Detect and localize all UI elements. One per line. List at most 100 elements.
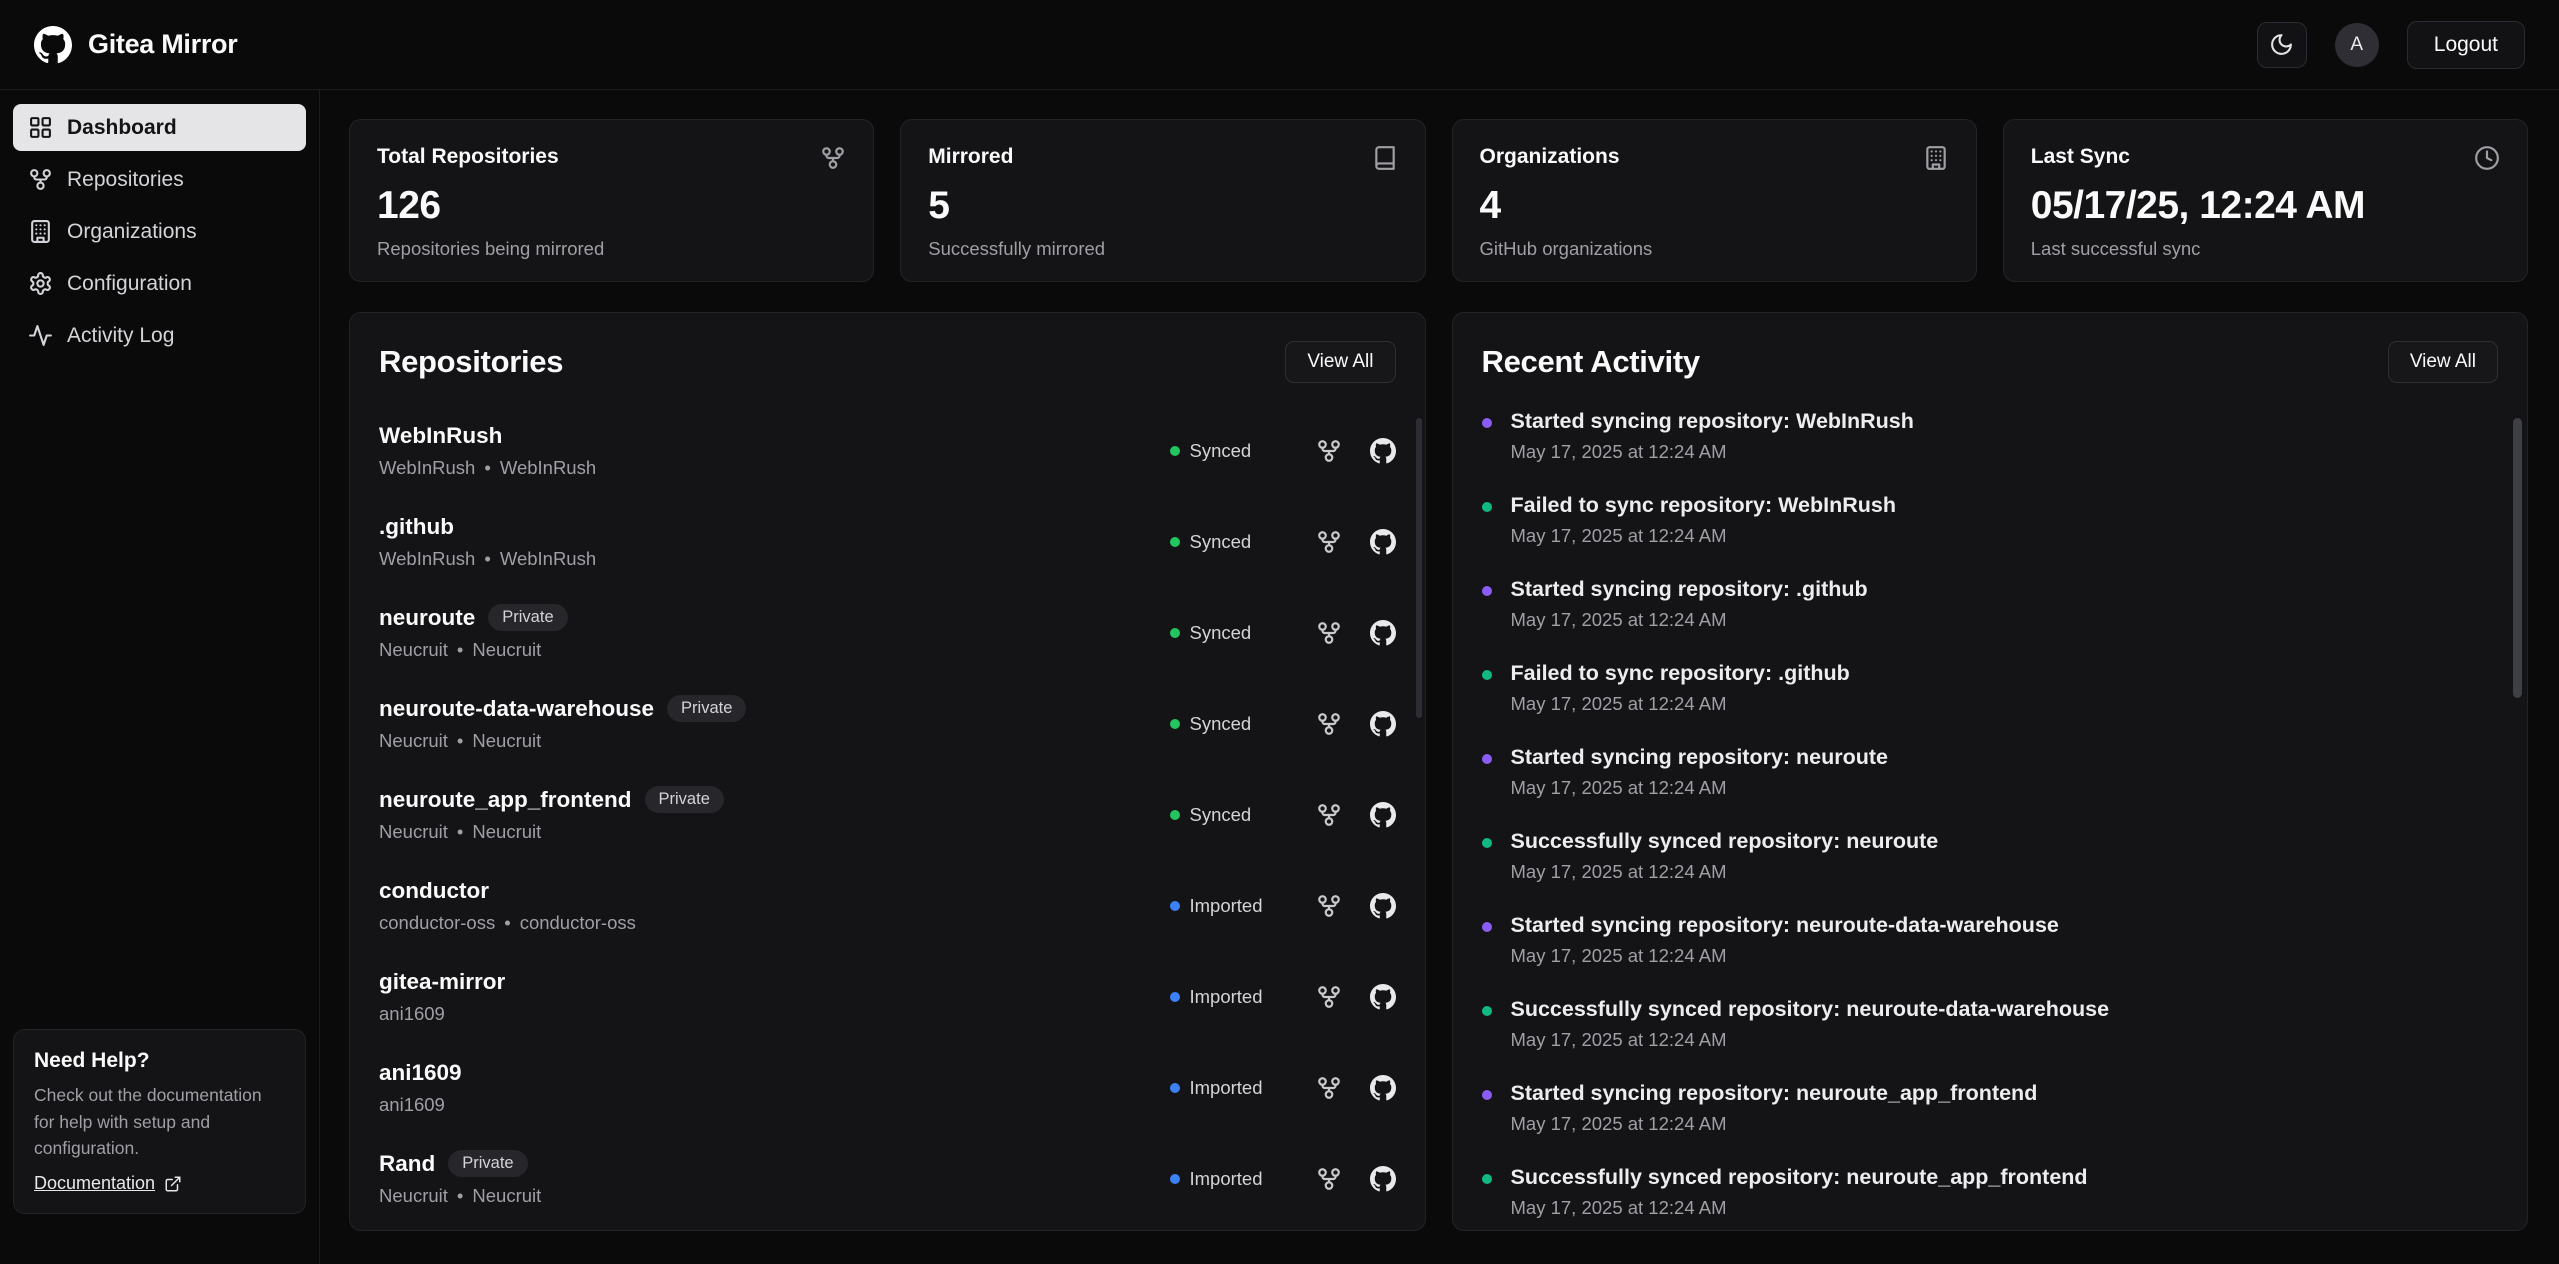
- stat-subtitle: Successfully mirrored: [928, 238, 1397, 260]
- building-icon: [28, 219, 53, 244]
- repo-owner-line: Neucruit • Neucruit: [379, 1185, 541, 1207]
- status-label: Synced: [1190, 440, 1252, 462]
- repo-owner: Neucruit: [379, 639, 448, 661]
- building-icon: [1923, 145, 1949, 171]
- repo-destination: WebInRush: [500, 548, 596, 570]
- status-dot: [1170, 1083, 1180, 1093]
- bullet-separator: •: [457, 639, 463, 661]
- bullet-separator: •: [484, 457, 490, 479]
- repo-status: Synced: [1170, 713, 1288, 735]
- activity-item: Successfully synced repository: neuroute…: [1482, 997, 2499, 1051]
- git-fork-icon[interactable]: [1316, 893, 1342, 919]
- repositories-view-all-button[interactable]: View All: [1285, 341, 1395, 383]
- sidebar-item-label: Configuration: [67, 272, 192, 296]
- git-fork-icon: [820, 145, 846, 171]
- activity-time: May 17, 2025 at 12:24 AM: [1511, 609, 1868, 631]
- activity-text: Started syncing repository: neuroute-dat…: [1511, 913, 2059, 938]
- git-fork-icon[interactable]: [1316, 1166, 1342, 1192]
- sidebar-item-activity-log[interactable]: Activity Log: [13, 312, 306, 359]
- activity-text: Started syncing repository: neuroute_app…: [1511, 1081, 2038, 1106]
- repo-owner-line: ani1609 •: [379, 1094, 462, 1116]
- private-badge: Private: [488, 604, 567, 631]
- recent-activity-panel: Recent Activity View All Started syncing…: [1452, 312, 2529, 1231]
- activity-dot: [1482, 1006, 1492, 1016]
- status-label: Synced: [1190, 713, 1252, 735]
- help-card: Need Help? Check out the documentation f…: [13, 1029, 306, 1214]
- bullet-separator: •: [484, 548, 490, 570]
- activity-icon: [28, 323, 53, 348]
- moon-icon: [2269, 32, 2294, 57]
- github-icon[interactable]: [1370, 802, 1396, 828]
- repo-status: Imported: [1170, 1168, 1288, 1190]
- gear-icon: [28, 271, 53, 296]
- stats-row: Total Repositories 126 Repositories bein…: [349, 119, 2528, 282]
- repo-owner-line: ani1609 •: [379, 1003, 505, 1025]
- status-label: Imported: [1190, 1077, 1263, 1099]
- brand: Gitea Mirror: [34, 26, 237, 64]
- documentation-link[interactable]: Documentation: [34, 1173, 182, 1194]
- repo-row: ani1609 Private ani1609 •: [379, 1042, 1396, 1133]
- activity-list: Started syncing repository: WebInRush Ma…: [1482, 409, 2499, 1219]
- repo-name: .github: [379, 514, 454, 540]
- sidebar-item-configuration[interactable]: Configuration: [13, 260, 306, 307]
- activity-dot: [1482, 922, 1492, 932]
- activity-dot: [1482, 1090, 1492, 1100]
- status-dot: [1170, 719, 1180, 729]
- avatar[interactable]: A: [2335, 23, 2379, 67]
- sidebar-item-repositories[interactable]: Repositories: [13, 156, 306, 203]
- status-label: Imported: [1190, 986, 1263, 1008]
- private-badge: Private: [448, 1150, 527, 1177]
- clock-icon: [2474, 145, 2500, 171]
- git-fork-icon[interactable]: [1316, 438, 1342, 464]
- git-fork-icon[interactable]: [1316, 802, 1342, 828]
- repo-row: neuroute_app_frontend Private Neucruit •…: [379, 769, 1396, 860]
- theme-toggle-button[interactable]: [2257, 22, 2307, 68]
- status-dot: [1170, 628, 1180, 638]
- repo-row: neuroute-data-warehouse Private Neucruit…: [379, 678, 1396, 769]
- github-icon[interactable]: [1370, 529, 1396, 555]
- status-dot: [1170, 537, 1180, 547]
- recent-activity-panel-title: Recent Activity: [1482, 344, 1700, 380]
- github-icon[interactable]: [1370, 620, 1396, 646]
- repo-owner-line: Neucruit • Neucruit: [379, 639, 568, 661]
- logout-button[interactable]: Logout: [2407, 21, 2525, 69]
- github-icon[interactable]: [1370, 893, 1396, 919]
- github-icon[interactable]: [1370, 438, 1396, 464]
- activity-text: Failed to sync repository: WebInRush: [1511, 493, 1896, 518]
- activity-dot: [1482, 418, 1492, 428]
- repo-owner-line: Neucruit • Neucruit: [379, 821, 724, 843]
- repo-destination: Neucruit: [472, 730, 541, 752]
- documentation-link-label: Documentation: [34, 1173, 155, 1194]
- sidebar-item-dashboard[interactable]: Dashboard: [13, 104, 306, 151]
- sidebar-item-organizations[interactable]: Organizations: [13, 208, 306, 255]
- repo-owner-line: Neucruit • Neucruit: [379, 730, 746, 752]
- git-fork-icon[interactable]: [1316, 1075, 1342, 1101]
- activity-time: May 17, 2025 at 12:24 AM: [1511, 777, 1889, 799]
- github-icon[interactable]: [1370, 1166, 1396, 1192]
- sidebar-nav: Dashboard Repositories Organizations Con…: [13, 104, 306, 359]
- git-fork-icon[interactable]: [1316, 620, 1342, 646]
- repo-name: neuroute: [379, 605, 475, 631]
- stat-value: 05/17/25, 12:24 AM: [2031, 184, 2500, 228]
- status-label: Imported: [1190, 1168, 1263, 1190]
- git-fork-icon[interactable]: [1316, 529, 1342, 555]
- activity-item: Started syncing repository: neuroute May…: [1482, 745, 2499, 799]
- scrollbar-thumb[interactable]: [1416, 418, 1422, 718]
- external-link-icon: [164, 1175, 182, 1193]
- activity-text: Successfully synced repository: neuroute: [1511, 829, 1939, 854]
- main-content: Total Repositories 126 Repositories bein…: [320, 90, 2559, 1264]
- git-fork-icon[interactable]: [1316, 711, 1342, 737]
- github-icon[interactable]: [1370, 1075, 1396, 1101]
- activity-time: May 17, 2025 at 12:24 AM: [1511, 1197, 2088, 1219]
- activity-view-all-button[interactable]: View All: [2388, 341, 2498, 383]
- scrollbar-thumb[interactable]: [2513, 418, 2522, 698]
- git-fork-icon[interactable]: [1316, 984, 1342, 1010]
- activity-item: Started syncing repository: neuroute_app…: [1482, 1081, 2499, 1135]
- status-dot: [1170, 446, 1180, 456]
- repo-owner: conductor-oss: [379, 912, 495, 934]
- git-fork-icon: [28, 167, 53, 192]
- repo-status: Synced: [1170, 440, 1288, 462]
- help-title: Need Help?: [34, 1049, 285, 1073]
- github-icon[interactable]: [1370, 711, 1396, 737]
- github-icon[interactable]: [1370, 984, 1396, 1010]
